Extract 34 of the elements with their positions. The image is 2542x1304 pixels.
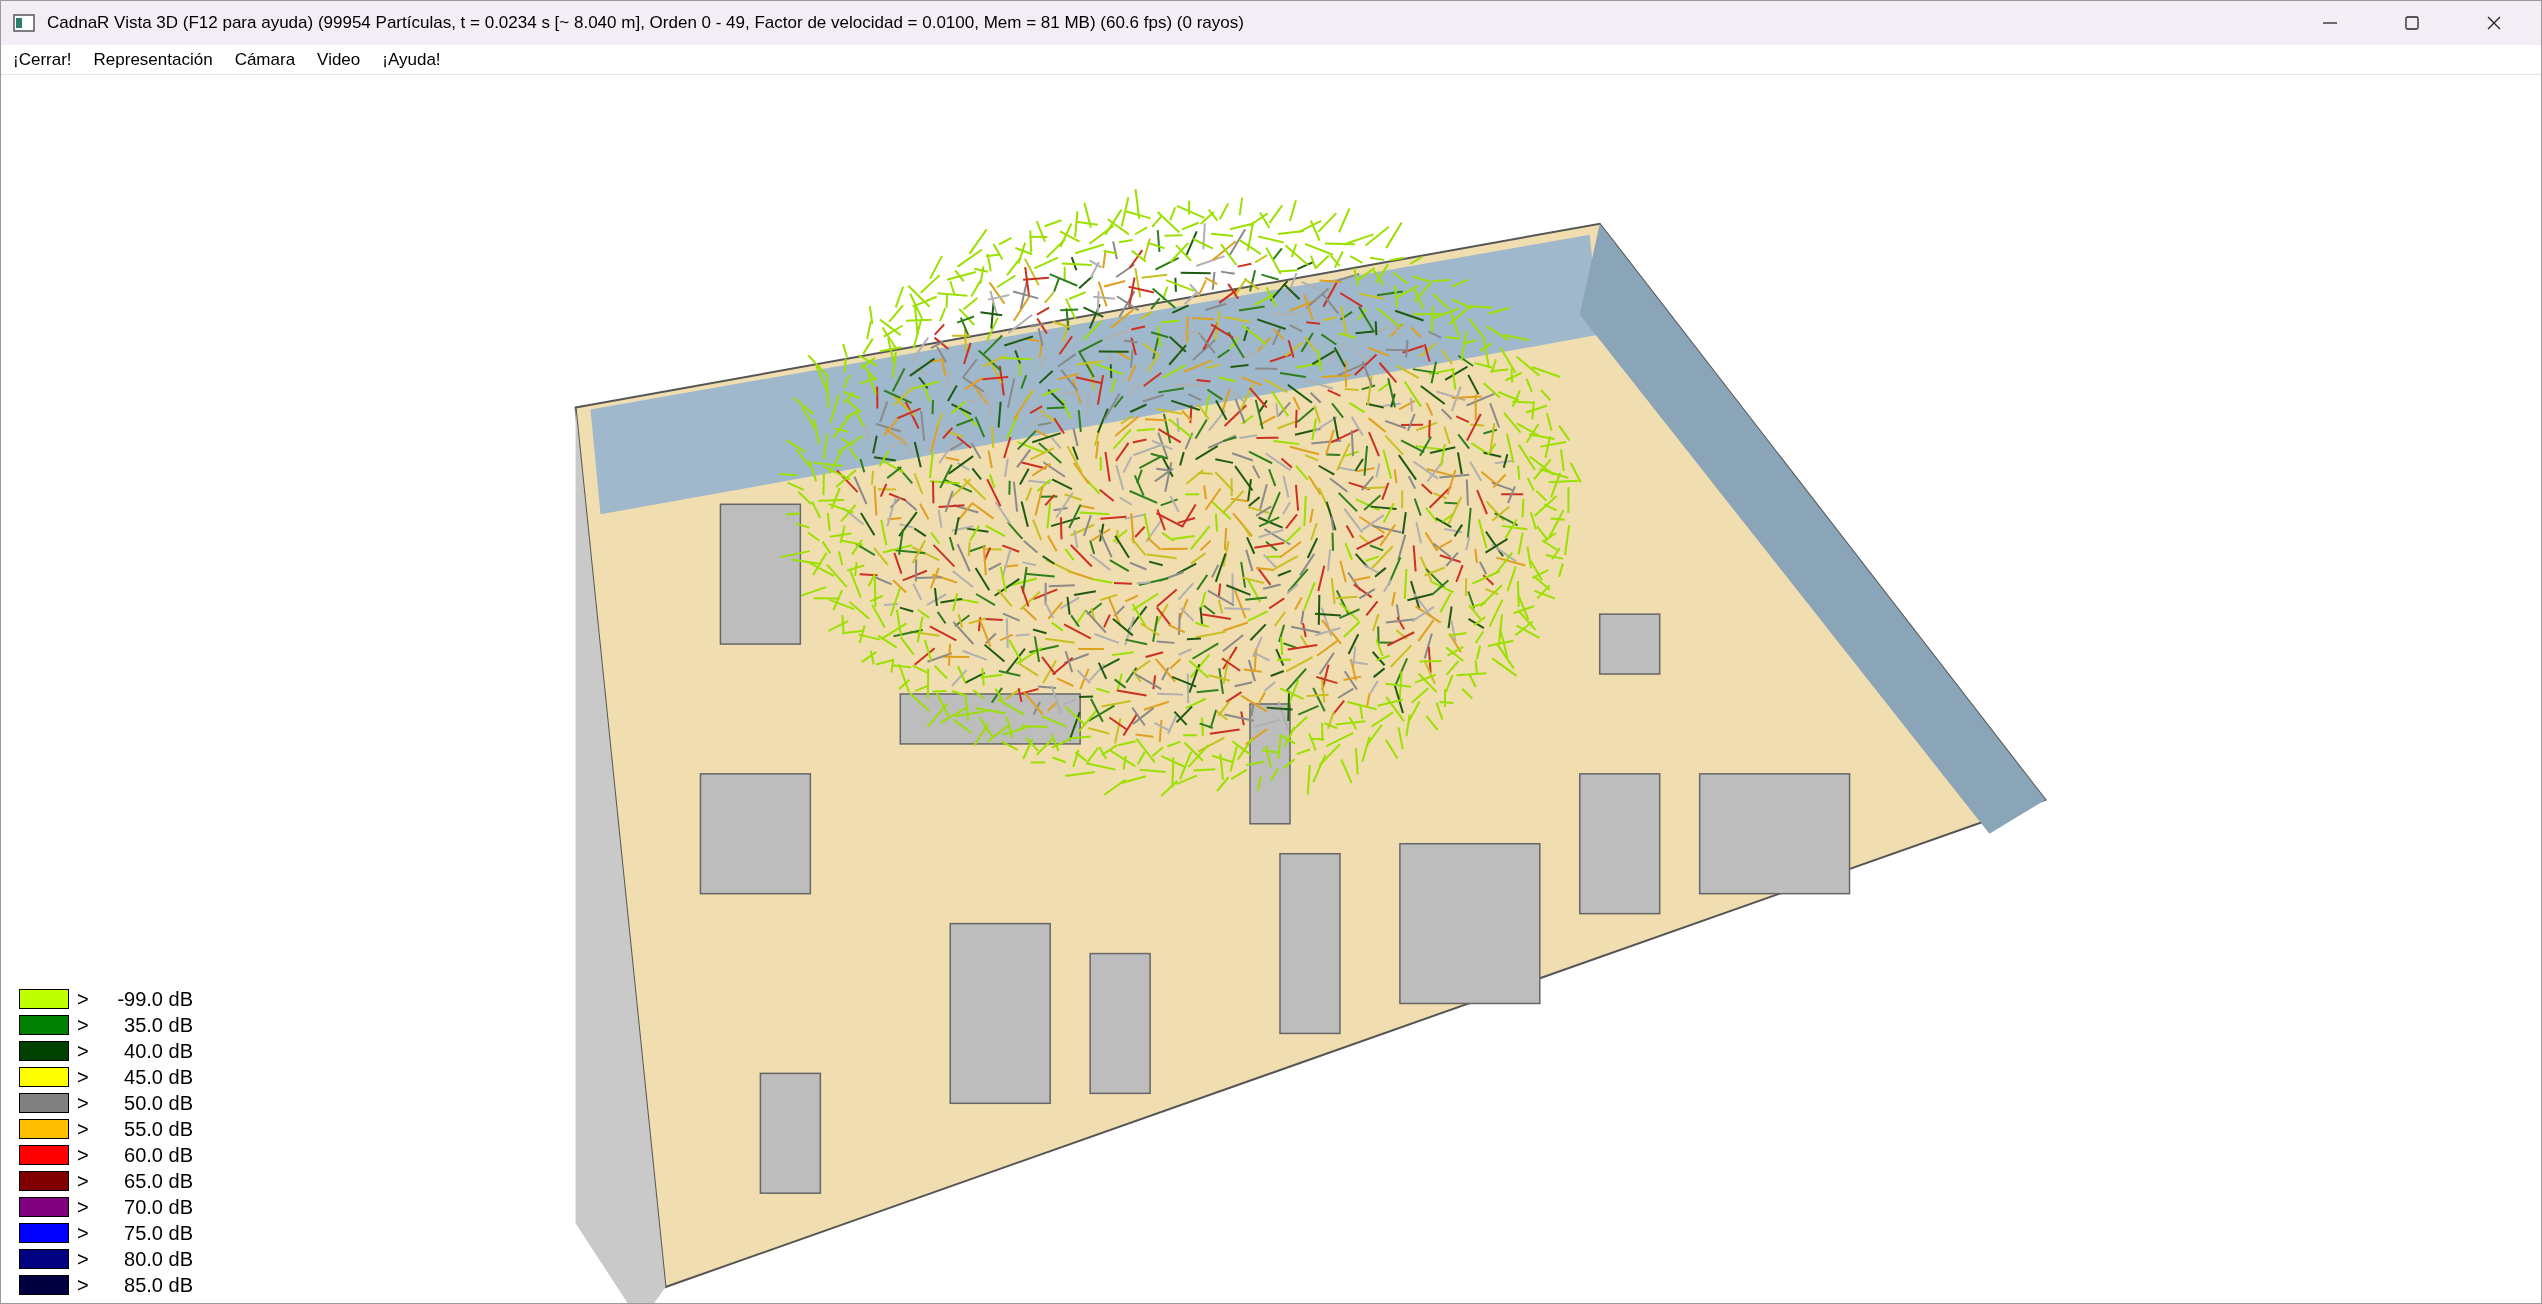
- legend-symbol: >: [77, 1273, 90, 1298]
- menu-item[interactable]: Representación: [93, 46, 213, 73]
- window-title: CadnaR Vista 3D (F12 para ayuda) (99954 Partículas, t = 0.0234 s [~ 8.040 m], Orden 0 - 49, Factor de velocidad = 0.0100, Mem = 81 MB) (60.6 fps) (0 rayos): [47, 12, 1244, 35]
- legend-label: 50.0 dB: [123, 1091, 193, 1116]
- menu-item[interactable]: ¡Cerrar!: [13, 46, 72, 73]
- legend-symbol: >: [77, 1013, 90, 1038]
- legend-symbol: >: [77, 1117, 90, 1142]
- legend-symbol: >: [77, 987, 90, 1012]
- legend-symbol: >: [77, 1143, 90, 1168]
- legend-symbol: >: [77, 1091, 90, 1116]
- close-icon: [2485, 14, 2503, 32]
- legend-label: -99.0 dB: [116, 987, 193, 1012]
- legend-label: 85.0 dB: [123, 1273, 193, 1298]
- legend-label: 65.0 dB: [123, 1169, 193, 1194]
- legend-label: 40.0 dB: [123, 1039, 193, 1064]
- legend-symbol: >: [77, 1221, 90, 1246]
- menu-item[interactable]: Video: [317, 46, 361, 73]
- legend-label: 55.0 dB: [123, 1117, 193, 1142]
- legend-label: 60.0 dB: [123, 1143, 193, 1168]
- legend-label: 35.0 dB: [123, 1013, 193, 1038]
- legend-label: 70.0 dB: [123, 1195, 193, 1220]
- legend-label: 75.0 dB: [123, 1221, 193, 1246]
- menu-item[interactable]: Cámara: [234, 46, 296, 73]
- legend-symbol: >: [77, 1195, 90, 1220]
- legend-symbol: >: [77, 1247, 90, 1272]
- legend-label: 80.0 dB: [123, 1247, 193, 1272]
- legend-symbol: >: [77, 1169, 90, 1194]
- legend-symbol: >: [77, 1039, 90, 1064]
- legend-label: 45.0 dB: [123, 1065, 193, 1090]
- legend-symbol: >: [77, 1065, 90, 1090]
- app-icon: [13, 14, 35, 32]
- maximize-icon: [2403, 14, 2421, 32]
- menu-item[interactable]: ¡Ayuda!: [382, 46, 441, 73]
- minimize-icon: [2323, 22, 2337, 24]
